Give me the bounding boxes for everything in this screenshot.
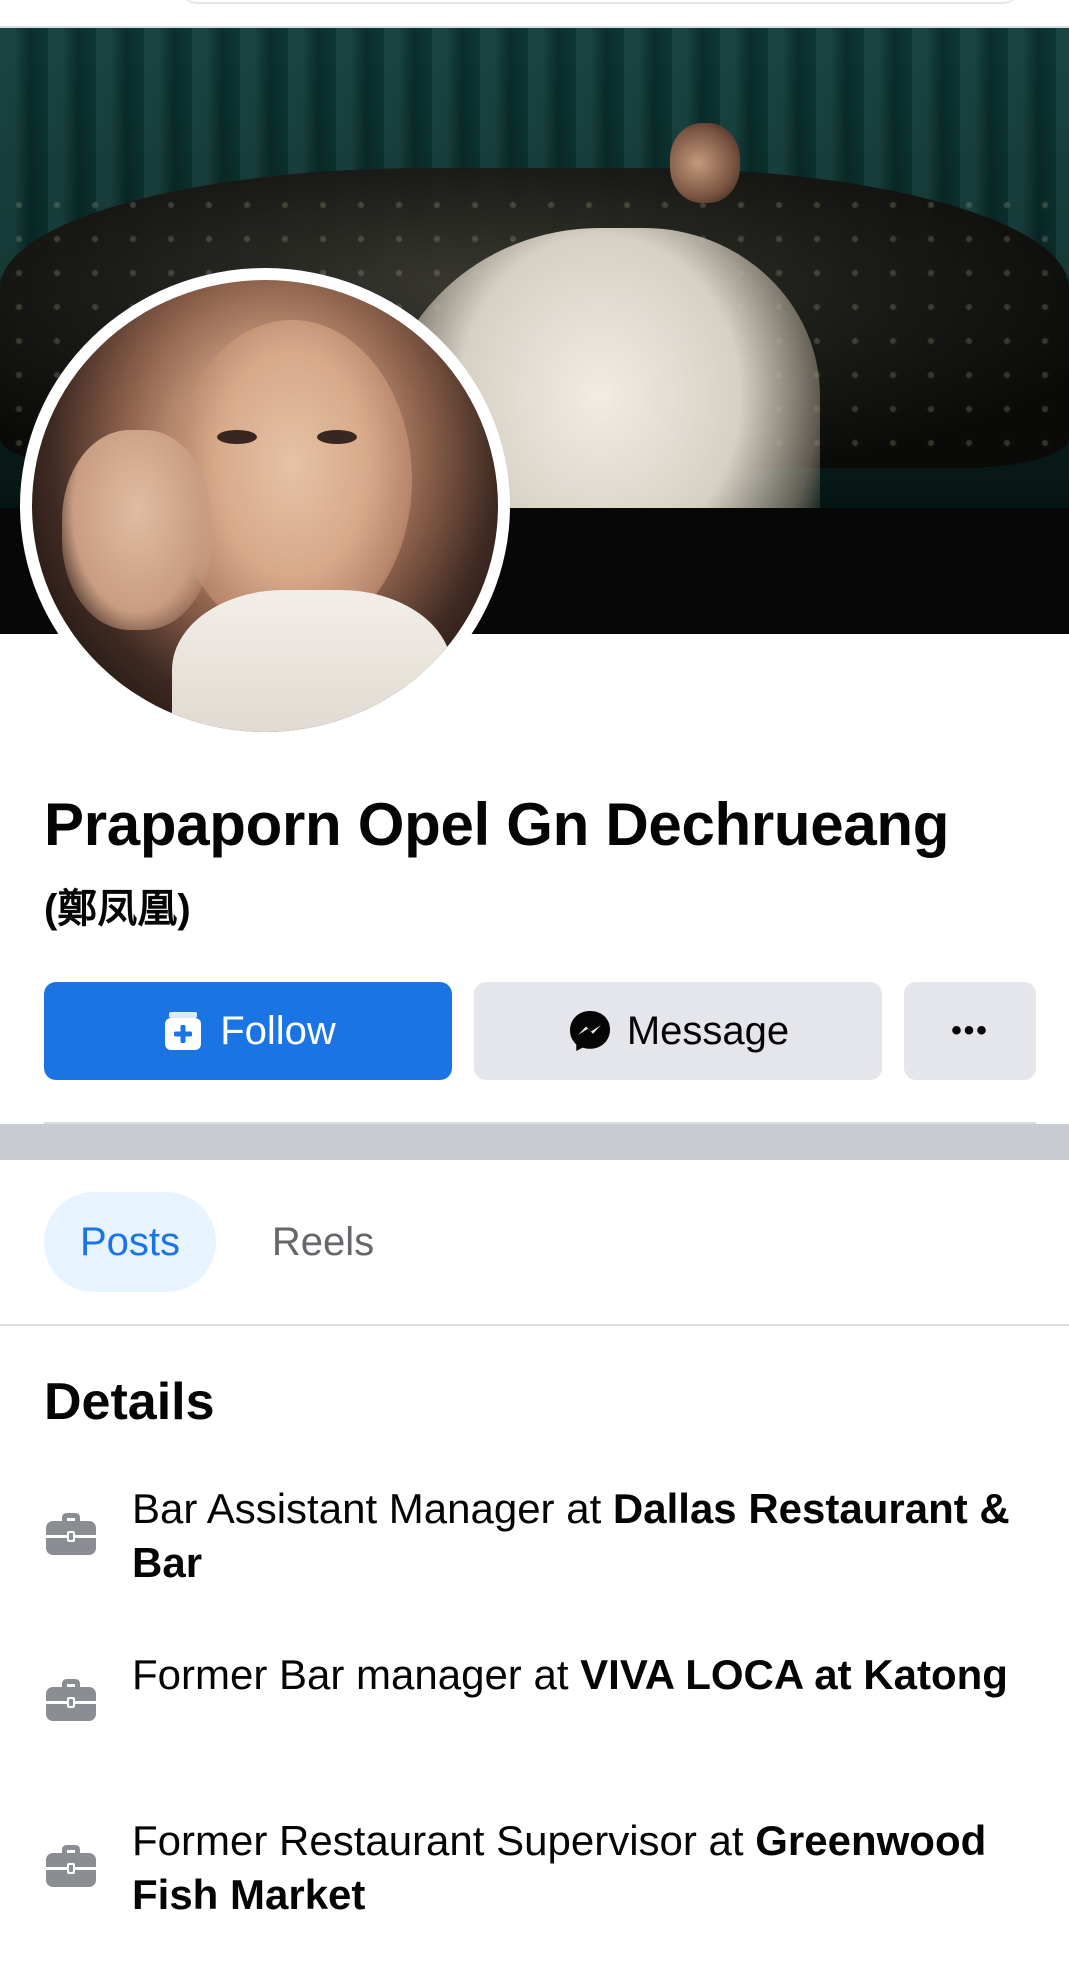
search-bar[interactable] [180, 0, 1020, 4]
detail-item-work-1: Bar Assistant Manager at Dallas Restaura… [44, 1482, 1034, 1592]
avatar-hand [62, 430, 212, 630]
follow-label: Follow [220, 1008, 336, 1053]
profile-name: Prapaporn Opel Gn Dechrueang [44, 791, 950, 858]
tabs-divider [0, 1324, 1069, 1326]
detail-prefix: Former Bar manager at [132, 1651, 581, 1698]
profile-alternate-name: (鄭凤凰) [44, 887, 191, 931]
cover-figure-head [670, 123, 740, 203]
follow-button[interactable]: Follow [44, 982, 452, 1080]
detail-place-link[interactable]: VIVA LOCA at Katong [580, 1651, 1008, 1698]
messenger-icon [567, 1008, 613, 1054]
avatar-shirt [172, 590, 452, 732]
top-bar [0, 0, 1069, 28]
tab-reels[interactable]: Reels [250, 1192, 396, 1292]
message-label: Message [626, 1008, 790, 1053]
detail-text: Former Restaurant Supervisor at Greenwoo… [132, 1814, 1012, 1922]
more-dots-icon: ••• [951, 1014, 989, 1047]
profile-page: Prapaporn Opel Gn Dechrueang (鄭凤凰) Follo… [0, 0, 1069, 1975]
detail-text: Former Bar manager at VIVA LOCA at Katon… [132, 1648, 1012, 1702]
detail-prefix: Bar Assistant Manager at [132, 1485, 613, 1532]
tab-posts[interactable]: Posts [44, 1192, 216, 1292]
detail-item-work-2: Former Bar manager at VIVA LOCA at Katon… [44, 1648, 1034, 1758]
detail-item-work-3: Former Restaurant Supervisor at Greenwoo… [44, 1814, 1034, 1924]
detail-text: Bar Assistant Manager at Dallas Restaura… [132, 1482, 1012, 1590]
briefcase-icon [44, 1838, 98, 1892]
briefcase-icon [44, 1672, 98, 1726]
detail-prefix: Former Restaurant Supervisor at [132, 1817, 756, 1864]
section-separator [0, 1124, 1069, 1160]
more-options-button[interactable]: ••• [904, 982, 1036, 1080]
follow-icon [160, 1008, 206, 1054]
briefcase-icon [44, 1506, 98, 1560]
avatar-eye-right [317, 430, 357, 444]
profile-avatar[interactable] [32, 280, 498, 732]
avatar-eye-left [217, 430, 257, 444]
message-button[interactable]: Message [474, 982, 882, 1080]
details-heading: Details [44, 1373, 215, 1431]
